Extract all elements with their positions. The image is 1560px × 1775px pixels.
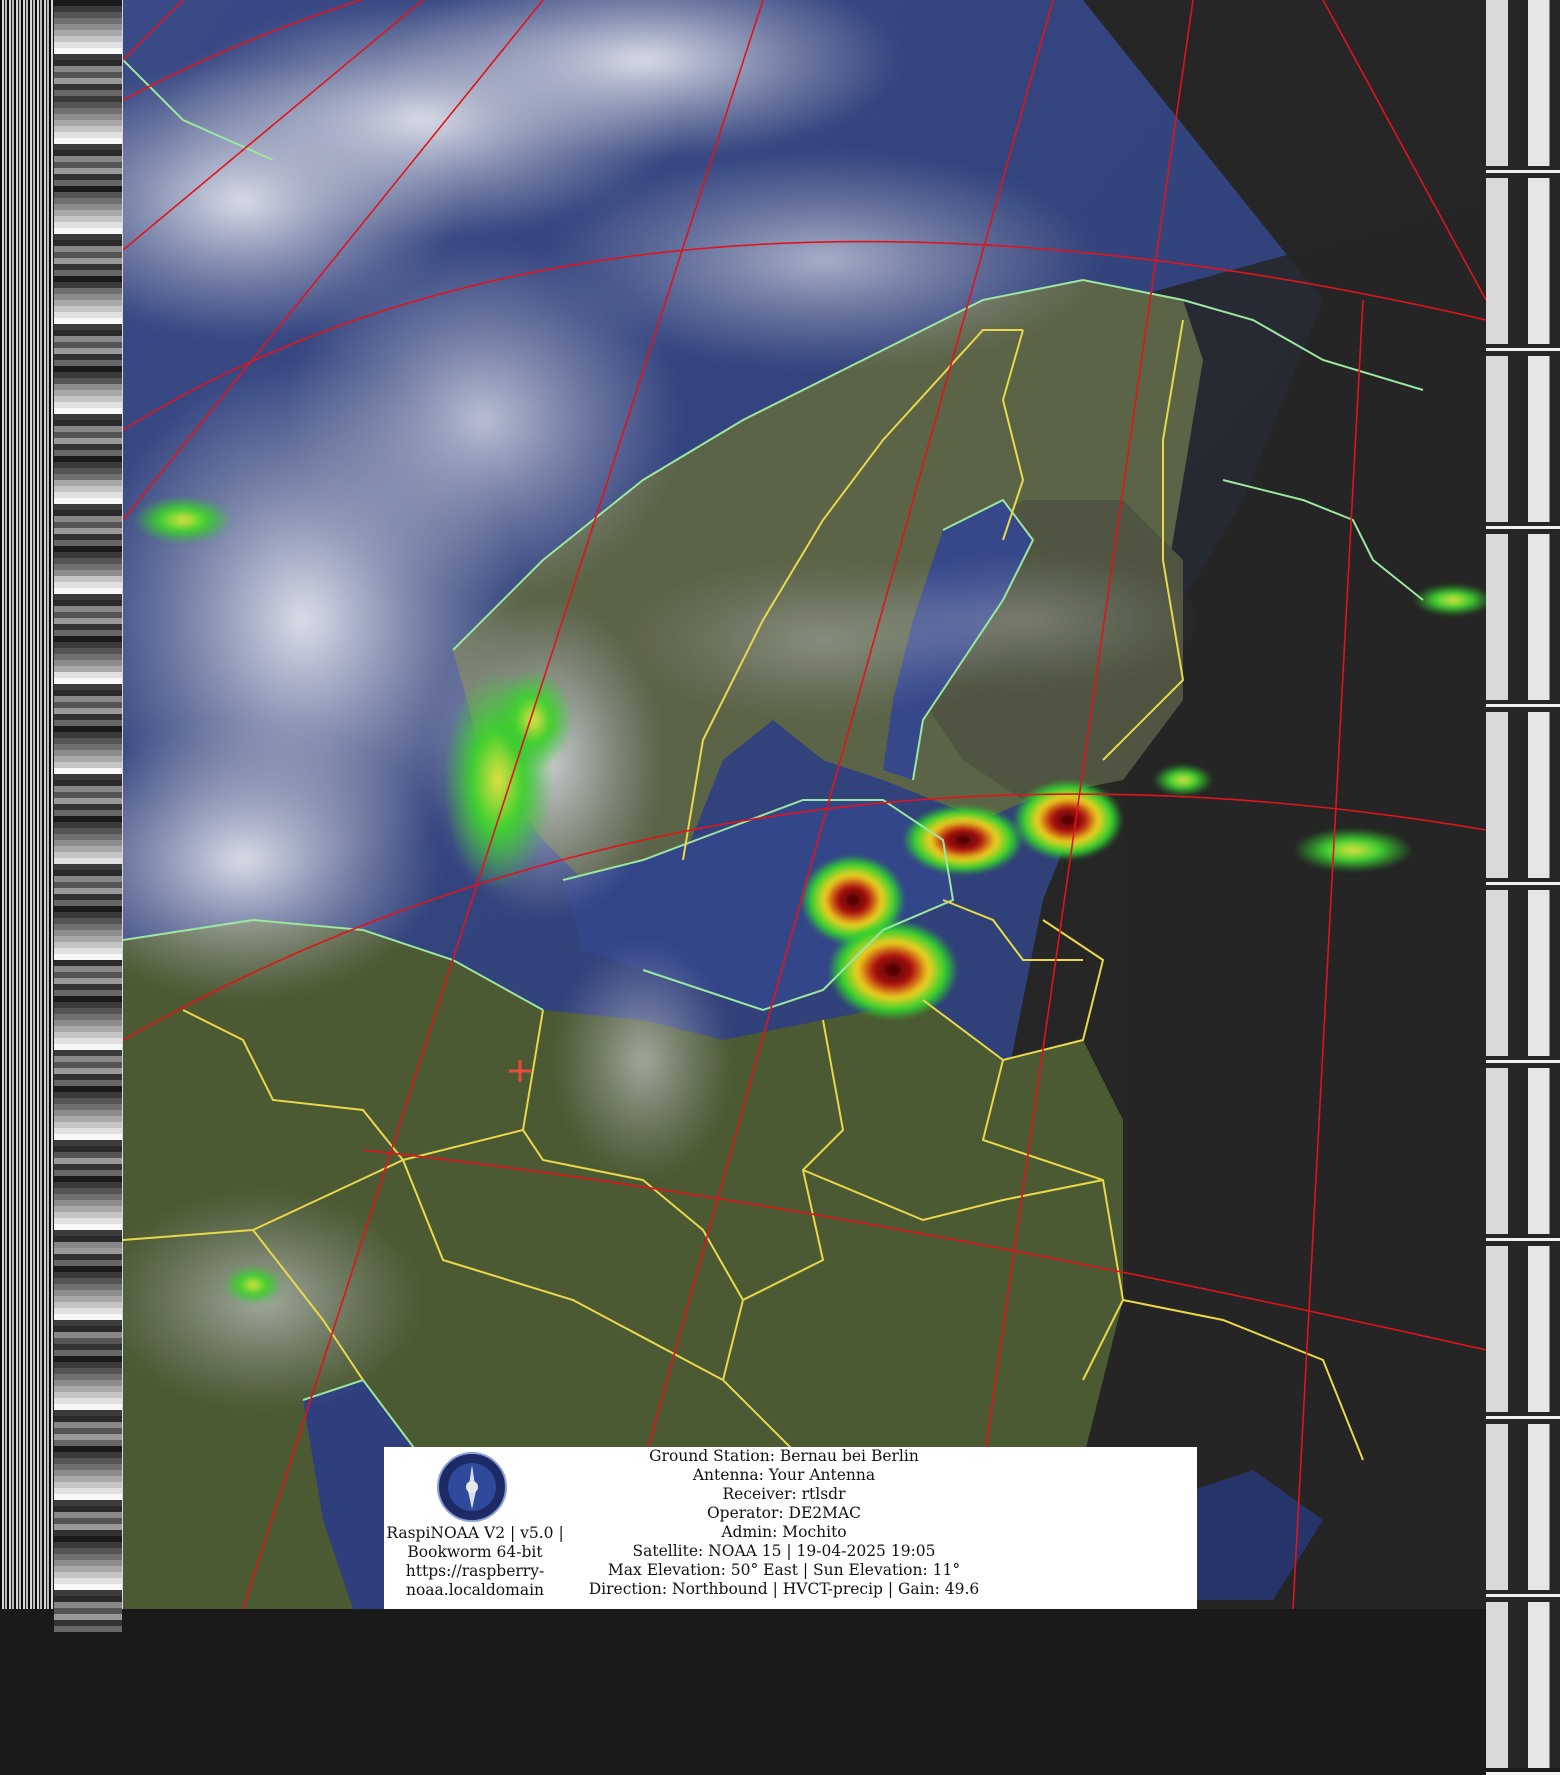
admin-line: Admin: Mochito — [721, 1523, 847, 1541]
telemetry-separator — [1486, 1238, 1560, 1241]
telemetry-band — [1486, 890, 1560, 1056]
telemetry-band — [1486, 356, 1560, 522]
telemetry-band — [1486, 534, 1560, 700]
receiver-line: Receiver: rtlsdr — [722, 1485, 846, 1503]
software-line: Bookworm 64-bit — [407, 1543, 543, 1561]
satellite-line: Satellite: NOAA 15 | 19-04-2025 19:05 — [632, 1542, 936, 1560]
software-info: RaspiNOAA V2 | v5.0 | Bookworm 64-bit ht… — [384, 1524, 566, 1600]
software-line: noaa.localdomain — [405, 1581, 545, 1599]
ground-station-line: Ground Station: Bernau bei Berlin — [649, 1447, 919, 1465]
telemetry-band — [1486, 1602, 1560, 1768]
telemetry-wedge-step — [54, 1626, 122, 1632]
telemetry-band — [1486, 1246, 1560, 1412]
telemetry-band — [1486, 1424, 1560, 1590]
telemetry-separator — [1486, 1060, 1560, 1063]
telemetry-separator — [1486, 704, 1560, 707]
elevation-line: Max Elevation: 50° East | Sun Elevation:… — [607, 1561, 961, 1579]
telemetry-wedges-left — [54, 0, 122, 1632]
operator-line: Operator: DE2MAC — [706, 1504, 862, 1522]
raspinoaa-logo — [436, 1451, 508, 1523]
telemetry-band — [1486, 178, 1560, 344]
software-line: RaspiNOAA V2 | v5.0 | — [386, 1524, 564, 1542]
telemetry-separator — [1486, 348, 1560, 351]
telemetry-band — [1486, 712, 1560, 878]
direction-line: Direction: Northbound | HVCT-precip | Ga… — [588, 1580, 980, 1598]
satellite-map — [123, 0, 1486, 1609]
apt-telemetry-strip-right — [1486, 0, 1560, 1775]
antenna-line: Antenna: Your Antenna — [692, 1466, 876, 1484]
software-line: https://raspberry- — [405, 1562, 545, 1580]
telemetry-band — [1486, 0, 1560, 166]
telemetry-separator — [1486, 1594, 1560, 1597]
telemetry-separator — [1486, 170, 1560, 173]
telemetry-band — [1486, 1068, 1560, 1234]
telemetry-separator — [1486, 1416, 1560, 1419]
telemetry-separator — [1486, 882, 1560, 885]
telemetry-separator — [1486, 526, 1560, 529]
station-info-panel: RaspiNOAA V2 | v5.0 | Bookworm 64-bit ht… — [384, 1447, 1197, 1609]
